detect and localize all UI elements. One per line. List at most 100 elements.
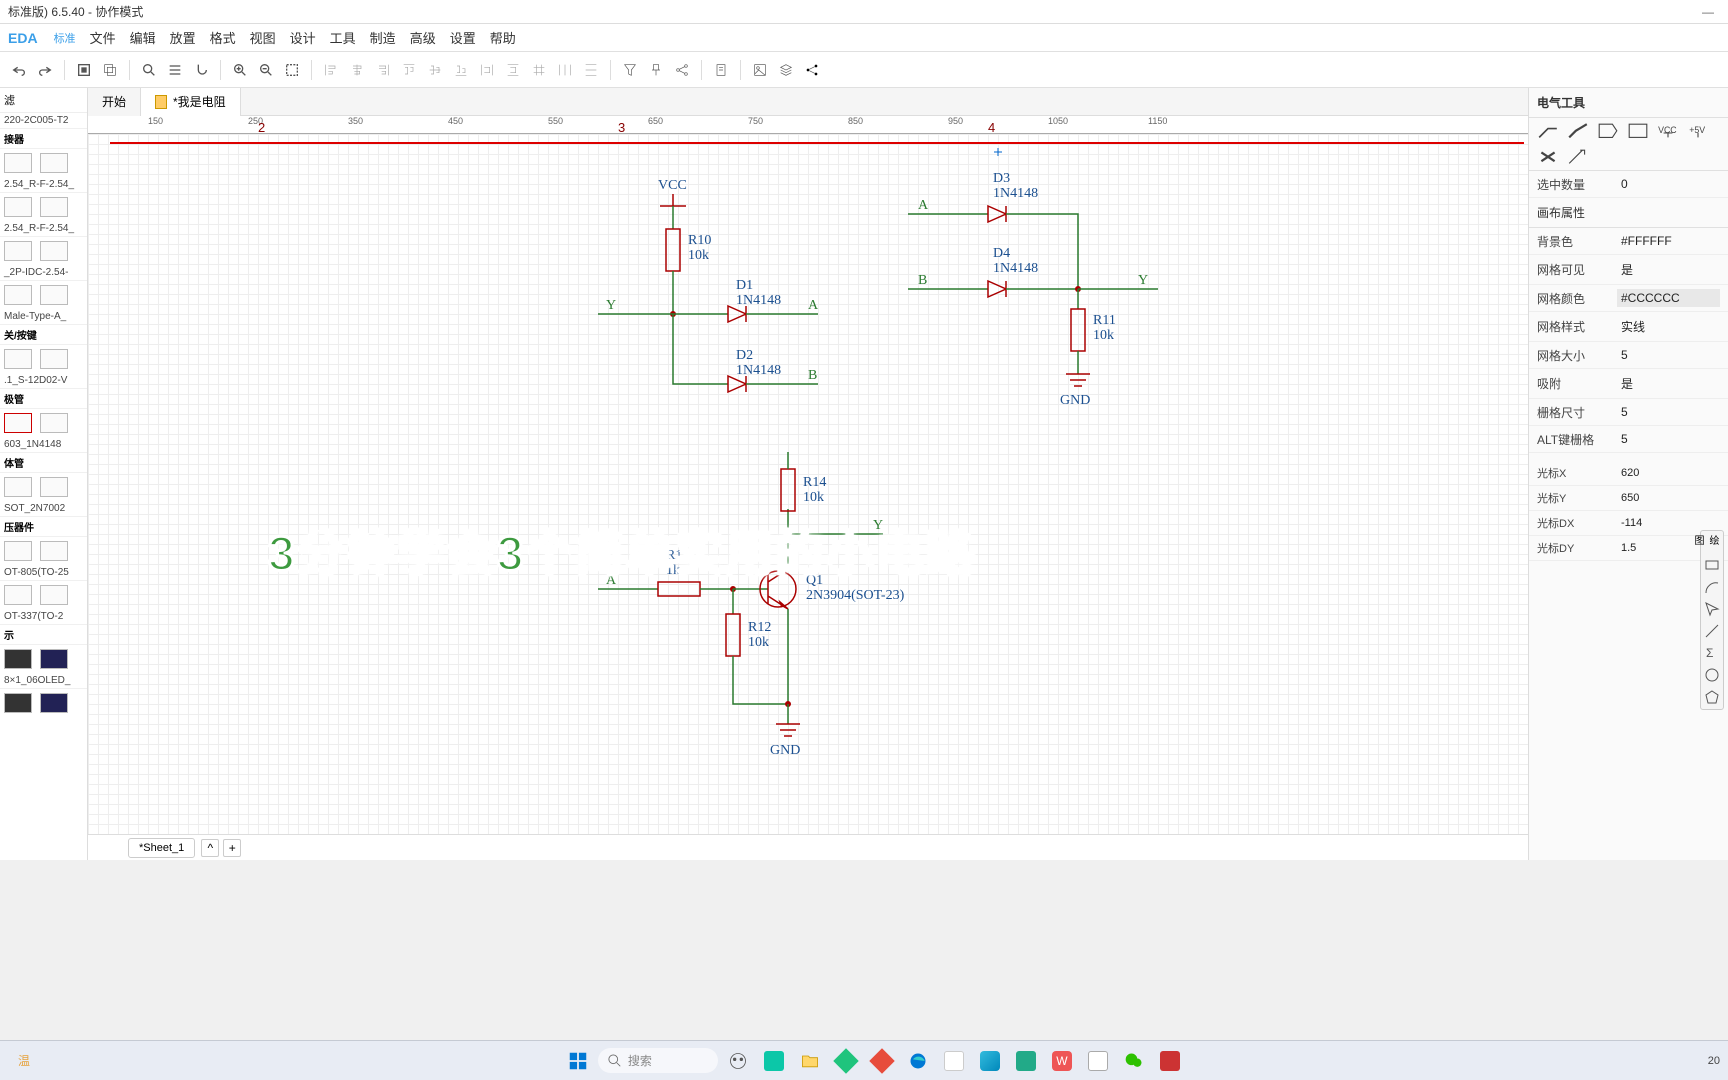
task-app-icon[interactable] [866, 1045, 898, 1077]
undo2-button[interactable] [190, 59, 212, 81]
zoom-fit-button[interactable] [281, 59, 303, 81]
schematic-canvas[interactable]: VCC R10 10k Y D1 1N4148 A [88, 134, 1528, 834]
probe-tool-icon[interactable] [1567, 148, 1589, 166]
taskbar-search[interactable]: 搜索 [598, 1048, 718, 1073]
align-right-button[interactable] [372, 59, 394, 81]
prop-gridstyle[interactable]: 网格样式实线 [1529, 312, 1728, 342]
list-button[interactable] [164, 59, 186, 81]
align-center-h-button[interactable] [346, 59, 368, 81]
share-button[interactable] [801, 59, 823, 81]
zoom-in-button[interactable] [229, 59, 251, 81]
bus-tool-icon[interactable] [1567, 122, 1589, 140]
line-tool-icon[interactable] [1704, 623, 1720, 639]
component-item[interactable]: 2.54_R-F-2.54_ [0, 221, 87, 237]
component-item[interactable]: OT-805(TO-25 [0, 565, 87, 581]
undo-button[interactable] [8, 59, 30, 81]
align-top-button[interactable] [398, 59, 420, 81]
menu-manufacture[interactable]: 制造 [370, 28, 396, 47]
layers-button[interactable] [775, 59, 797, 81]
component-item[interactable]: OT-337(TO-2 [0, 609, 87, 625]
minimize-button[interactable]: — [1688, 0, 1728, 24]
zoom-out-button[interactable] [255, 59, 277, 81]
prop-snap[interactable]: 吸附是 [1529, 369, 1728, 399]
task-app-icon[interactable] [1010, 1045, 1042, 1077]
align-grid-button[interactable] [528, 59, 550, 81]
tab-file[interactable]: *我是电阻 [141, 88, 241, 116]
align-left-button[interactable] [320, 59, 342, 81]
task-app-icon[interactable] [722, 1045, 754, 1077]
menu-format[interactable]: 格式 [210, 28, 236, 47]
dup-button[interactable] [99, 59, 121, 81]
dist-h-button[interactable] [476, 59, 498, 81]
align-equal-v-button[interactable] [580, 59, 602, 81]
task-app-icon[interactable]: W [1046, 1045, 1078, 1077]
menu-settings[interactable]: 设置 [450, 28, 476, 47]
drawing-palette[interactable]: 绘图 Σ [1700, 530, 1724, 710]
component-item[interactable]: .1_S-12D02-V [0, 373, 87, 389]
dist-v-button[interactable] [502, 59, 524, 81]
sheet-button[interactable] [710, 59, 732, 81]
prop-bgcolor[interactable]: 背景色#FFFFFF [1529, 228, 1728, 255]
system-tray[interactable]: 20 [1708, 1045, 1720, 1077]
task-app-icon[interactable] [938, 1045, 970, 1077]
main-view-button[interactable] [73, 59, 95, 81]
component-item[interactable]: SOT_2N7002 [0, 501, 87, 517]
start-button[interactable] [562, 1045, 594, 1077]
windows-taskbar[interactable]: 温 搜索 W 20 [0, 1040, 1728, 1080]
menu-file[interactable]: 文件 [90, 28, 116, 47]
redo-button[interactable] [34, 59, 56, 81]
cross-probe-button[interactable] [645, 59, 667, 81]
graph-button[interactable] [671, 59, 693, 81]
edge-icon[interactable] [902, 1045, 934, 1077]
wechat-icon[interactable] [1118, 1045, 1150, 1077]
weather-widget[interactable]: 温 [8, 1045, 40, 1077]
text-tool-icon[interactable]: Σ [1704, 645, 1720, 661]
net-flag-icon[interactable] [1627, 122, 1649, 140]
align-bottom-button[interactable] [450, 59, 472, 81]
component-item[interactable]: 8×1_06OLED_ [0, 673, 87, 689]
sheet-tab[interactable]: *Sheet_1 [128, 838, 195, 858]
menu-tools[interactable]: 工具 [330, 28, 356, 47]
task-app-icon[interactable] [758, 1045, 790, 1077]
vcc-tool-icon[interactable]: VCC [1657, 122, 1679, 140]
menu-advanced[interactable]: 高级 [410, 28, 436, 47]
menu-design[interactable]: 设计 [290, 28, 316, 47]
arc-tool-icon[interactable] [1704, 579, 1720, 595]
menu-place[interactable]: 放置 [170, 28, 196, 47]
filter-button[interactable] [619, 59, 641, 81]
explorer-icon[interactable] [794, 1045, 826, 1077]
noconnect-tool-icon[interactable] [1537, 148, 1559, 166]
align-middle-button[interactable] [424, 59, 446, 81]
task-app-icon[interactable] [974, 1045, 1006, 1077]
search-button[interactable] [138, 59, 160, 81]
align-equal-h-button[interactable] [554, 59, 576, 81]
component-item[interactable]: 2.54_R-F-2.54_ [0, 177, 87, 193]
menu-view[interactable]: 视图 [250, 28, 276, 47]
5v-tool-icon[interactable]: +5V [1687, 122, 1709, 140]
component-item[interactable]: 603_1N4148 [0, 437, 87, 453]
menu-edit[interactable]: 编辑 [130, 28, 156, 47]
component-item[interactable]: Male-Type-A_ [0, 309, 87, 325]
tab-start[interactable]: 开始 [88, 88, 141, 116]
prop-gridsize[interactable]: 网格大小5 [1529, 342, 1728, 369]
circle-tool-icon[interactable] [1704, 667, 1720, 683]
rect-tool-icon[interactable] [1704, 557, 1720, 573]
prop-gridunit[interactable]: 栅格尺寸5 [1529, 399, 1728, 426]
task-app-icon[interactable] [830, 1045, 862, 1077]
prop-gridvisible[interactable]: 网格可见是 [1529, 255, 1728, 285]
image-button[interactable] [749, 59, 771, 81]
menu-help[interactable]: 帮助 [490, 28, 516, 47]
polygon-tool-icon[interactable] [1704, 689, 1720, 705]
component-item[interactable]: _2P-IDC-2.54- [0, 265, 87, 281]
filter-label[interactable]: 滤 [0, 88, 87, 113]
wire-tool-icon[interactable] [1537, 122, 1559, 140]
cursor-tool-icon[interactable] [1704, 601, 1720, 617]
prop-altgrid[interactable]: ALT键栅格5 [1529, 426, 1728, 453]
net-label-icon[interactable] [1597, 122, 1619, 140]
sheet-add[interactable]: + [223, 839, 241, 857]
task-app-icon[interactable] [1154, 1045, 1186, 1077]
component-item[interactable]: 220-2C005-T2 [0, 113, 87, 129]
sheet-nav-up[interactable]: ^ [201, 839, 219, 857]
prop-gridcolor[interactable]: 网格颜色#CCCCCC [1529, 285, 1728, 312]
task-app-icon[interactable] [1082, 1045, 1114, 1077]
